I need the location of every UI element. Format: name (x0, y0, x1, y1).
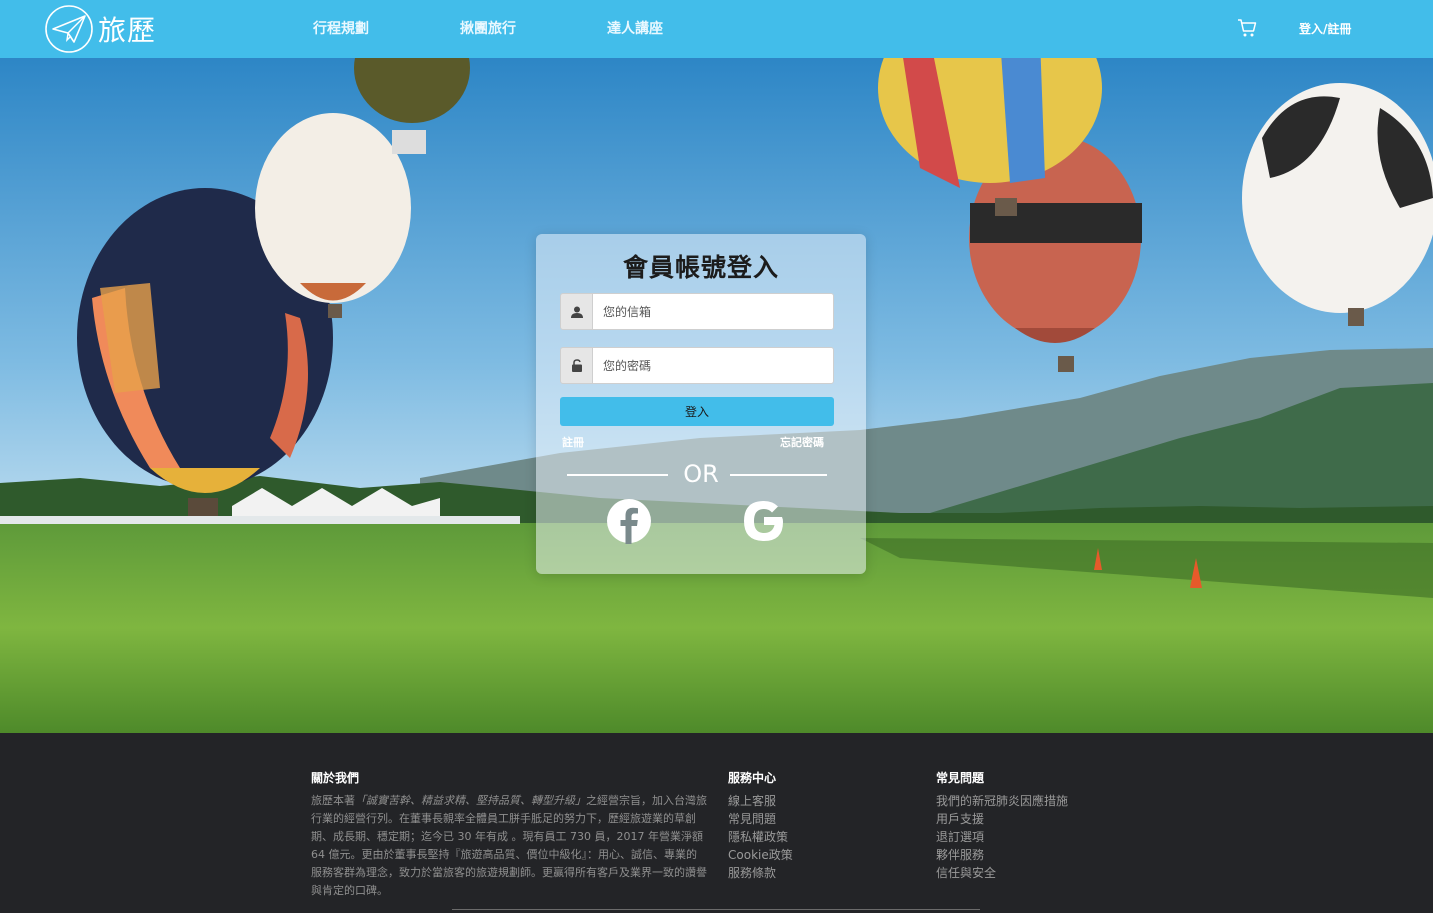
or-divider-left (567, 474, 668, 476)
email-input[interactable] (592, 293, 834, 330)
footer-link-online-support[interactable]: 線上客服 (728, 792, 793, 810)
footer-link-trust-safety[interactable]: 信任與安全 (936, 864, 1068, 882)
brand-logo[interactable]: 旅歷 (44, 4, 156, 54)
forgot-password-link[interactable]: 忘記密碼 (780, 434, 824, 450)
footer-link-faq[interactable]: 常見問題 (728, 810, 793, 828)
page: 旅歷 行程規劃 揪團旅行 達人講座 登入/註冊 會員帳號登入 您的信箱 登入 註… (0, 0, 1433, 913)
footer-service: 服務中心 線上客服 常見問題 隱私權政策 Cookie政策 服務條款 (728, 769, 793, 882)
email-field-group (560, 293, 834, 330)
footer-service-heading: 服務中心 (728, 771, 777, 785)
footer-link-user-support[interactable]: 用戶支援 (936, 810, 1068, 828)
or-label: OR (683, 460, 719, 488)
login-title: 會員帳號登入 (622, 253, 779, 282)
nav-group-travel[interactable]: 揪團旅行 (460, 18, 516, 38)
paper-plane-logo-icon (45, 5, 93, 53)
facebook-login-icon[interactable] (606, 498, 652, 544)
about-text-post: 之經營宗旨，加入台灣旅行業的經營行列。在董事長親率全體員工胼手胝足的努力下，歷經… (311, 794, 707, 897)
nav-trip-planning[interactable]: 行程規劃 (313, 18, 369, 38)
footer-about-text: 旅歷本著「誠實苦幹、精益求精、堅持品質、轉型升級」之經營宗旨，加入台灣旅行業的經… (311, 792, 707, 900)
login-submit-button[interactable]: 登入 (560, 397, 834, 426)
register-link[interactable]: 註冊 (562, 434, 584, 450)
footer-link-terms[interactable]: 服務條款 (728, 864, 793, 882)
footer-link-privacy[interactable]: 隱私權政策 (728, 828, 793, 846)
or-divider-right (730, 474, 827, 476)
about-text-pre: 旅歷本著 (311, 794, 355, 807)
nav-expert-talks[interactable]: 達人講座 (607, 18, 663, 38)
google-login-icon[interactable] (741, 498, 787, 544)
password-field-group (560, 347, 834, 384)
cart-icon[interactable] (1236, 17, 1258, 39)
login-card: 會員帳號登入 登入 註冊 忘記密碼 OR (536, 234, 866, 574)
footer-link-cookie[interactable]: Cookie政策 (728, 846, 793, 864)
footer-divider (452, 909, 980, 910)
about-text-emphasis: 「誠實苦幹、精益求精、堅持品質、轉型升級」 (355, 794, 586, 807)
footer-about-heading: 關於我們 (311, 771, 360, 785)
lock-icon (560, 347, 592, 384)
user-icon (560, 293, 592, 330)
brand-name: 旅歷 (98, 14, 157, 47)
footer-about: 關於我們 旅歷本著「誠實苦幹、精益求精、堅持品質、轉型升級」之經營宗旨，加入台灣… (311, 769, 707, 900)
password-input[interactable] (592, 347, 834, 384)
navbar: 旅歷 行程規劃 揪團旅行 達人講座 登入/註冊 (0, 0, 1433, 58)
footer-link-cancellation[interactable]: 退訂選項 (936, 828, 1068, 846)
login-register-link[interactable]: 登入/註冊 (1299, 20, 1351, 37)
footer: 關於我們 旅歷本著「誠實苦幹、精益求精、堅持品質、轉型升級」之經營宗旨，加入台灣… (0, 733, 1433, 913)
footer-faq-heading: 常見問題 (936, 771, 985, 785)
footer-faq: 常見問題 我們的新冠肺炎因應措施 用戶支援 退訂選項 夥伴服務 信任與安全 (936, 769, 1068, 882)
footer-link-covid[interactable]: 我們的新冠肺炎因應措施 (936, 792, 1068, 810)
footer-link-partner[interactable]: 夥伴服務 (936, 846, 1068, 864)
